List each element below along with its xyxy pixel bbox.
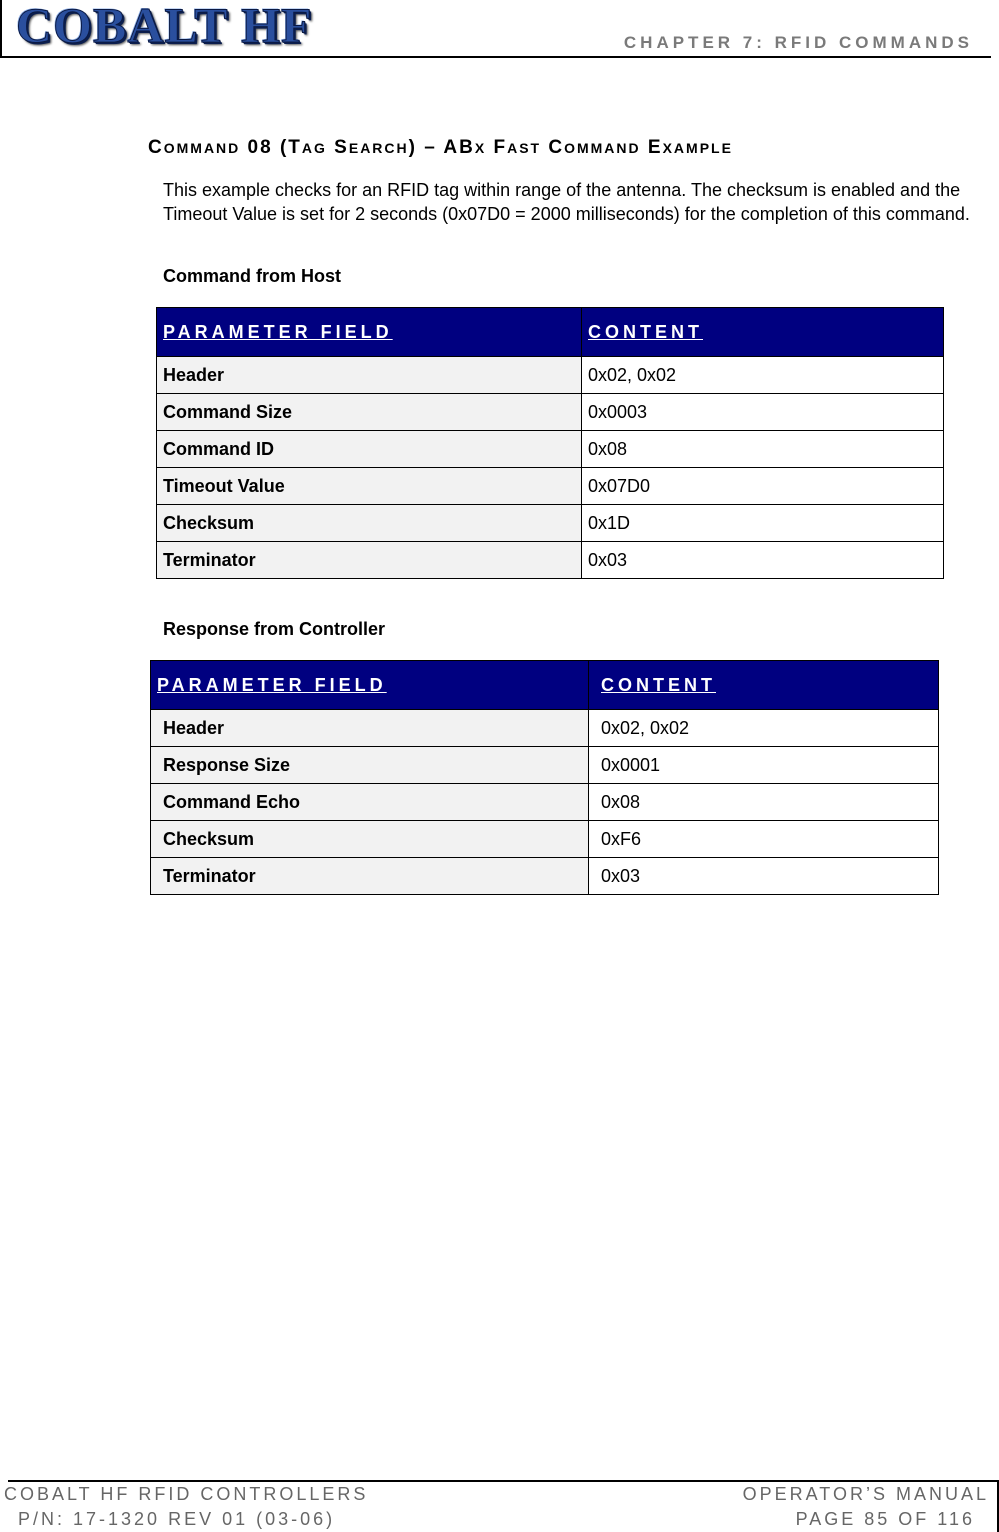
cobalt-hf-logo: COBALT HF [16,0,313,53]
field-cell: Header [156,356,582,394]
content-cell: 0x0001 [588,746,939,784]
content-cell: 0x02, 0x02 [588,709,939,747]
table-row: Terminator 0x03 [156,541,944,579]
content-cell: 0x0003 [581,393,944,431]
table-row: Command Echo 0x08 [150,783,939,821]
footer-product: COBALT HF RFID CONTROLLERS [4,1484,369,1504]
field-cell: Timeout Value [156,467,582,505]
table-header-row: PARAMETER FIELD CONTENT [156,307,944,357]
content-cell: 0x08 [581,430,944,468]
content-cell: 0x03 [581,541,944,579]
description-paragraph: This example checks for an RFID tag with… [163,180,970,224]
content-cell: 0x03 [588,857,939,895]
field-cell: Command ID [156,430,582,468]
command-subhead: Command from Host [163,266,342,286]
field-cell: Terminator [150,857,589,895]
column-header-parameter: PARAMETER FIELD [156,307,582,357]
table-row: Timeout Value 0x07D0 [156,467,944,505]
content-cell: 0x1D [581,504,944,542]
section-title: COMMAND 08 (TAG SEARCH) – ABX FAST COMMA… [148,137,733,158]
table-row: Checksum 0xF6 [150,820,939,858]
table-row: Checksum 0x1D [156,504,944,542]
table-row: Response Size 0x0001 [150,746,939,784]
field-cell: Command Echo [150,783,589,821]
page-header: COBALT HF CHAPTER 7: RFID COMMANDS [0,0,991,58]
table-header-row: PARAMETER FIELD CONTENT [150,660,939,710]
field-cell: Command Size [156,393,582,431]
table-row: Terminator 0x03 [150,857,939,895]
footer-manual-title: OPERATOR’S MANUAL [742,1484,989,1504]
footer-part-number: P/N: 17-1320 REV 01 (03-06) [18,1509,336,1529]
response-subhead: Response from Controller [163,619,386,639]
table-row: Command ID 0x08 [156,430,944,468]
response-table: PARAMETER FIELD CONTENT Header 0x02, 0x02… [150,660,939,895]
field-cell: Checksum [150,820,589,858]
page-footer: COBALT HF RFID CONTROLLERS P/N: 17-1320 … [4,1480,999,1532]
column-header-content: CONTENT [581,307,944,357]
table-row: Command Size 0x0003 [156,393,944,431]
column-header-content: CONTENT [588,660,939,710]
table-row: Header 0x02, 0x02 [156,356,944,394]
footer-page-number: PAGE 85 OF 116 [795,1509,975,1529]
command-table: PARAMETER FIELD CONTENT Header 0x02, 0x02… [156,307,944,579]
content-cell: 0xF6 [588,820,939,858]
chapter-title: CHAPTER 7: RFID COMMANDS [623,33,973,52]
content-cell: 0x07D0 [581,467,944,505]
column-header-parameter: PARAMETER FIELD [150,660,589,710]
field-cell: Header [150,709,589,747]
table-row: Header 0x02, 0x02 [150,709,939,747]
field-cell: Checksum [156,504,582,542]
field-cell: Terminator [156,541,582,579]
field-cell: Response Size [150,746,589,784]
content-cell: 0x08 [588,783,939,821]
content-cell: 0x02, 0x02 [581,356,944,394]
